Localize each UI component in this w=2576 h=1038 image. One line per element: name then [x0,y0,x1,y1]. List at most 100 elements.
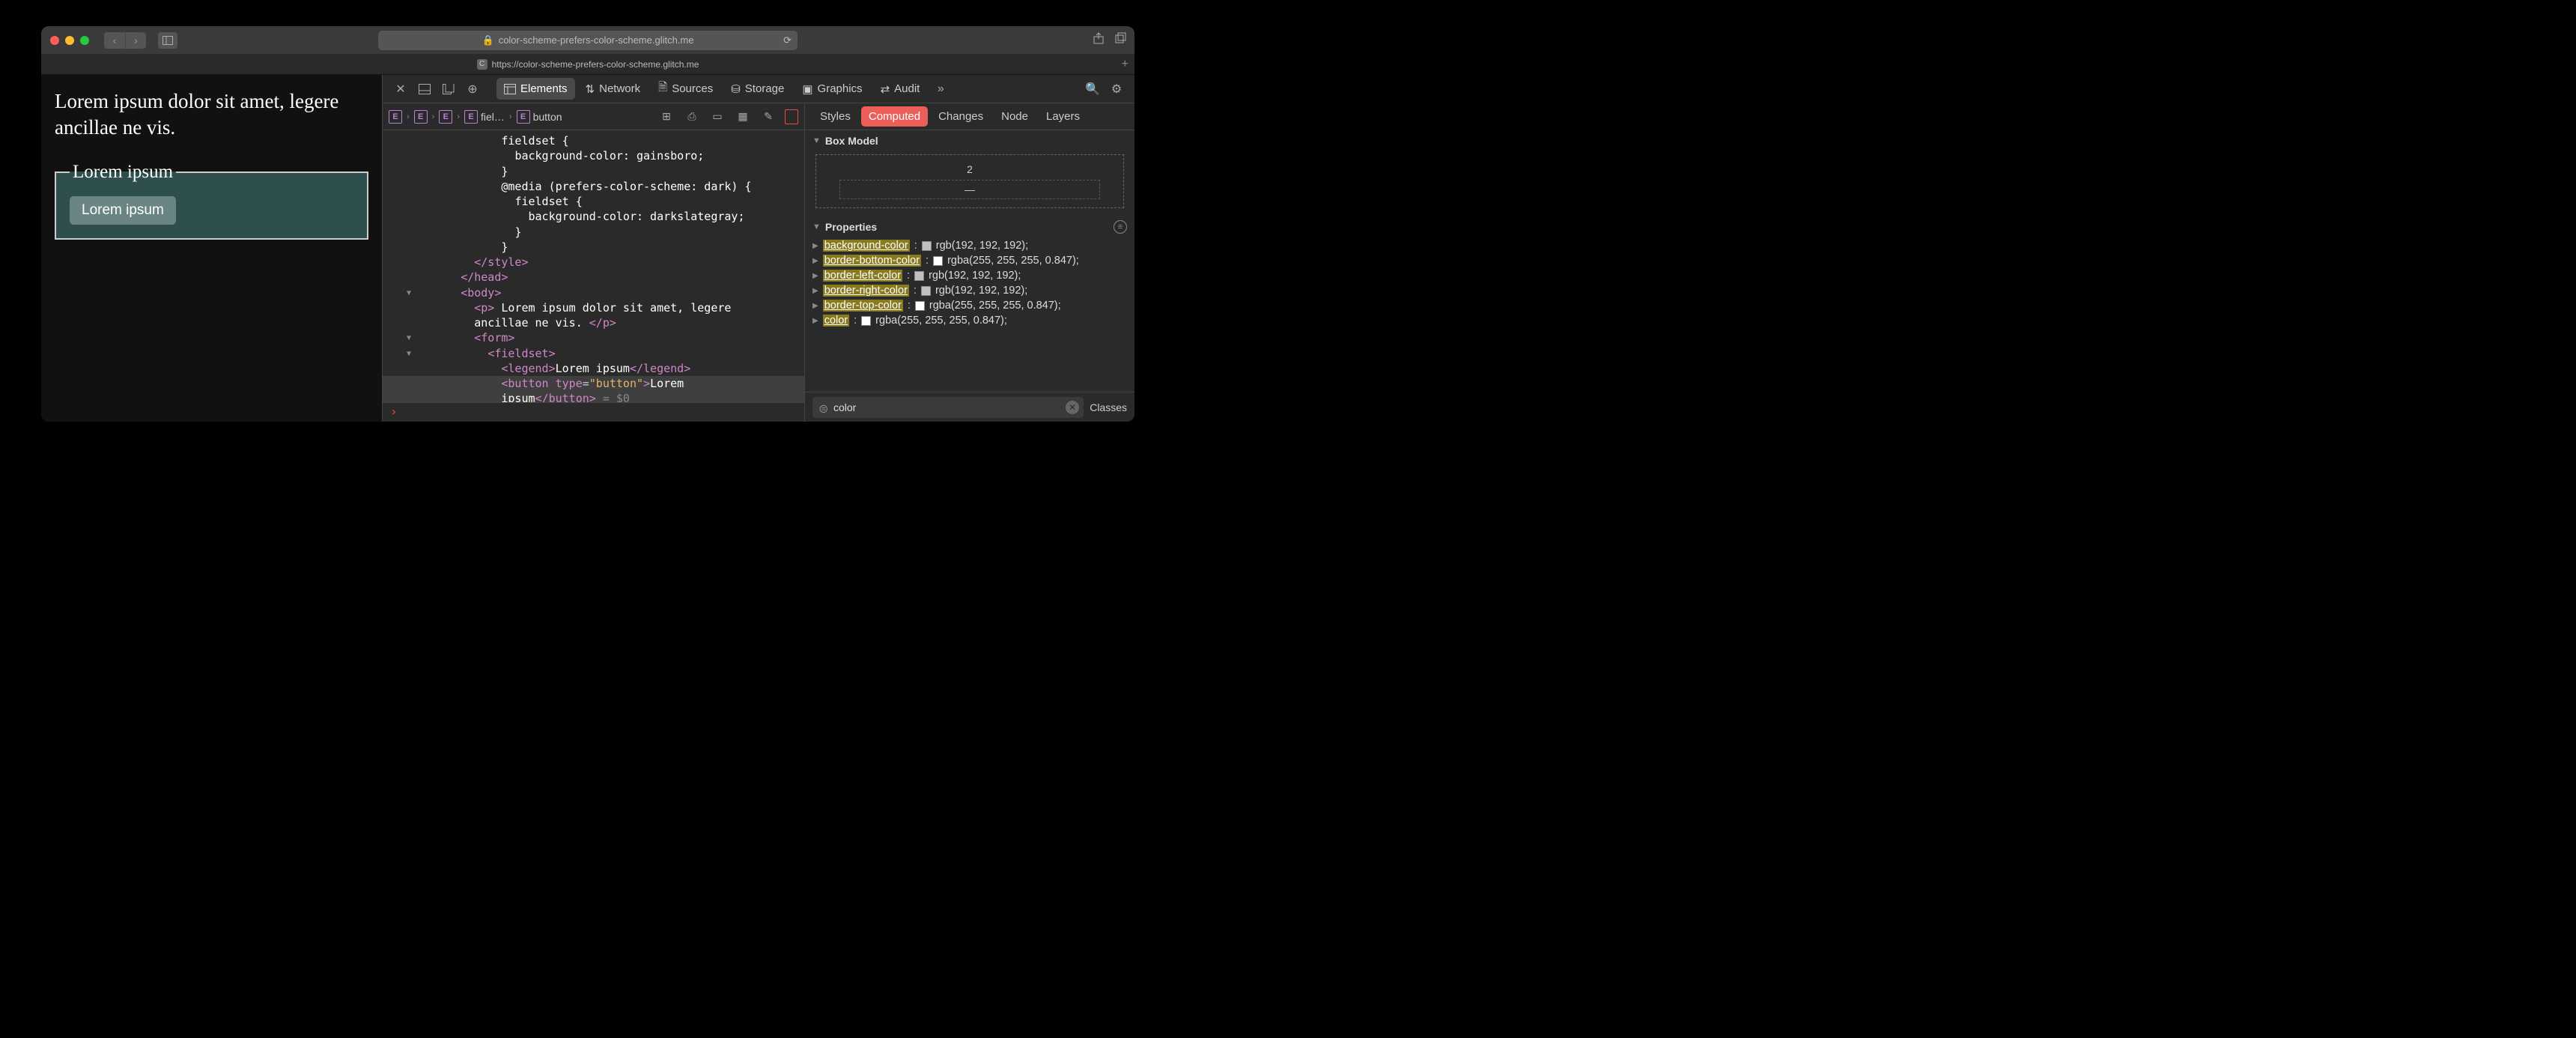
tab-sources-label: Sources [672,82,713,95]
tab-storage[interactable]: ⛁Storage [723,78,792,100]
new-tab-button[interactable]: + [1122,58,1128,71]
chevron-right-icon: › [432,112,435,121]
dom-breadcrumb: E › E › E › Efiel… › Ebutton ⊞ ⎙ ▭ [383,103,804,130]
minimize-window-button[interactable] [65,36,74,45]
breadcrumb-item[interactable]: Efiel… [464,110,505,124]
nav-arrows: ‹ › [104,32,146,49]
forward-button[interactable]: › [125,32,146,49]
properties-header[interactable]: ▼ Properties ≡ [805,216,1134,238]
filter-icon[interactable]: ≡ [1114,220,1127,234]
clear-filter-icon[interactable]: ✕ [1066,401,1079,414]
disclosure-triangle-icon: ▼ [812,222,821,231]
page-legend: Lorem ipsum [70,162,176,183]
box-model-diagram[interactable]: 2 — [815,154,1124,208]
grid-icon[interactable]: ▦ [734,108,752,126]
element-badge: E [414,110,428,124]
search-icon[interactable]: 🔍 [1082,79,1103,100]
chevron-right-icon: › [407,112,410,121]
lock-icon: 🔒 [482,34,494,46]
property-row[interactable]: ▶ border-right-color: rgb(192, 192, 192)… [812,283,1127,298]
tab-styles[interactable]: Styles [812,106,858,127]
target-icon[interactable]: ⊕ [462,79,483,100]
titlebar-right [1093,32,1127,48]
tab-elements-label: Elements [520,82,568,95]
close-window-button[interactable] [50,36,59,45]
tab-graphics-label: Graphics [818,82,863,95]
box-model-value: 2 [967,163,973,175]
url-bar[interactable]: 🔒 color-scheme-prefers-color-scheme.glit… [378,31,798,50]
tab-audit[interactable]: ⇄Audit [873,78,928,100]
rendered-page: Lorem ipsum dolor sit amet, legere ancil… [41,75,382,422]
box-model-label: Box Model [825,135,878,147]
tab-node[interactable]: Node [994,106,1036,127]
titlebar: ‹ › 🔒 color-scheme-prefers-color-scheme.… [41,26,1134,54]
chevron-right-icon: › [457,112,460,121]
element-badge: E [389,110,402,124]
breadcrumb-label: button [533,111,562,123]
disclosure-triangle-icon: ▼ [812,136,821,145]
property-row[interactable]: ▶ background-color: rgb(192, 192, 192); [812,238,1127,253]
ruler-icon[interactable]: ⊞ [657,108,675,126]
tab-storage-label: Storage [745,82,785,95]
property-row[interactable]: ▶ border-bottom-color: rgba(255, 255, 25… [812,253,1127,268]
tabs-icon[interactable] [1115,32,1127,48]
brush-icon[interactable]: ✎ [759,108,777,126]
settings-icon[interactable]: ⚙ [1106,79,1127,100]
breadcrumb-tools: ⊞ ⎙ ▭ ▦ ✎ [657,108,798,126]
filter-input[interactable] [812,397,1084,418]
breadcrumb-item[interactable]: E [439,110,452,124]
content-area: Lorem ipsum dolor sit amet, legere ancil… [41,75,1134,422]
dom-tree[interactable]: fieldset { background-color: gainsboro; … [383,130,804,402]
element-badge: E [439,110,452,124]
breadcrumb-item[interactable]: Ebutton [517,110,562,124]
elements-panel: E › E › E › Efiel… › Ebutton ⊞ ⎙ ▭ [383,103,805,422]
dock-side-icon[interactable] [438,79,459,100]
chevron-right-icon: › [509,112,512,121]
highlight-icon[interactable] [785,109,798,124]
tab-title[interactable]: https://color-scheme-prefers-color-schem… [492,59,699,70]
traffic-lights [50,36,89,45]
tab-network[interactable]: ⇅Network [578,78,648,100]
tab-bar: C https://color-scheme-prefers-color-sch… [41,54,1134,75]
print-icon[interactable]: ⎙ [683,108,701,126]
back-button[interactable]: ‹ [104,32,125,49]
browser-window: ‹ › 🔒 color-scheme-prefers-color-scheme.… [41,26,1134,422]
tab-audit-label: Audit [894,82,920,95]
page-form: Lorem ipsum Lorem ipsum [55,162,368,240]
page-button[interactable]: Lorem ipsum [70,196,176,225]
maximize-window-button[interactable] [80,36,89,45]
breadcrumb-item[interactable]: E [389,110,402,124]
devtools-body: E › E › E › Efiel… › Ebutton ⊞ ⎙ ▭ [383,103,1134,422]
filter-row: ⊜ ✕ Classes [805,392,1134,422]
tab-network-label: Network [599,82,640,95]
box-model-value: — [965,183,975,195]
box-model-header[interactable]: ▼ Box Model [805,130,1134,151]
share-icon[interactable] [1093,32,1105,48]
tab-sources[interactable]: 🗎Sources [651,75,720,103]
close-devtools-icon[interactable]: ✕ [390,79,411,100]
tab-computed[interactable]: Computed [861,106,928,127]
window-icon[interactable]: ▭ [708,108,726,126]
page-paragraph: Lorem ipsum dolor sit amet, legere ancil… [55,88,368,141]
properties-label: Properties [825,221,877,233]
element-badge: E [517,110,530,124]
property-row[interactable]: ▶ border-top-color: rgba(255, 255, 255, … [812,298,1127,313]
tab-elements[interactable]: Elements [496,78,575,100]
dock-bottom-icon[interactable] [414,79,435,100]
tab-favicon: C [477,59,487,70]
styles-tabbar: Styles Computed Changes Node Layers [805,103,1134,130]
tab-layers[interactable]: Layers [1039,106,1087,127]
url-text: color-scheme-prefers-color-scheme.glitch… [499,34,694,46]
element-badge: E [464,110,478,124]
styles-panel: Styles Computed Changes Node Layers ▼ Bo… [805,103,1134,422]
breadcrumb-item[interactable]: E [414,110,428,124]
tab-changes[interactable]: Changes [931,106,991,127]
console-prompt[interactable]: › [383,402,804,422]
tab-graphics[interactable]: ▣Graphics [795,78,869,100]
property-row[interactable]: ▶ border-left-color: rgb(192, 192, 192); [812,268,1127,283]
reload-icon[interactable]: ⟳ [783,34,792,46]
property-row[interactable]: ▶ color: rgba(255, 255, 255, 0.847); [812,313,1127,328]
classes-button[interactable]: Classes [1090,401,1127,413]
more-tabs-icon[interactable]: » [930,79,951,100]
sidebar-toggle-icon[interactable] [158,32,177,49]
